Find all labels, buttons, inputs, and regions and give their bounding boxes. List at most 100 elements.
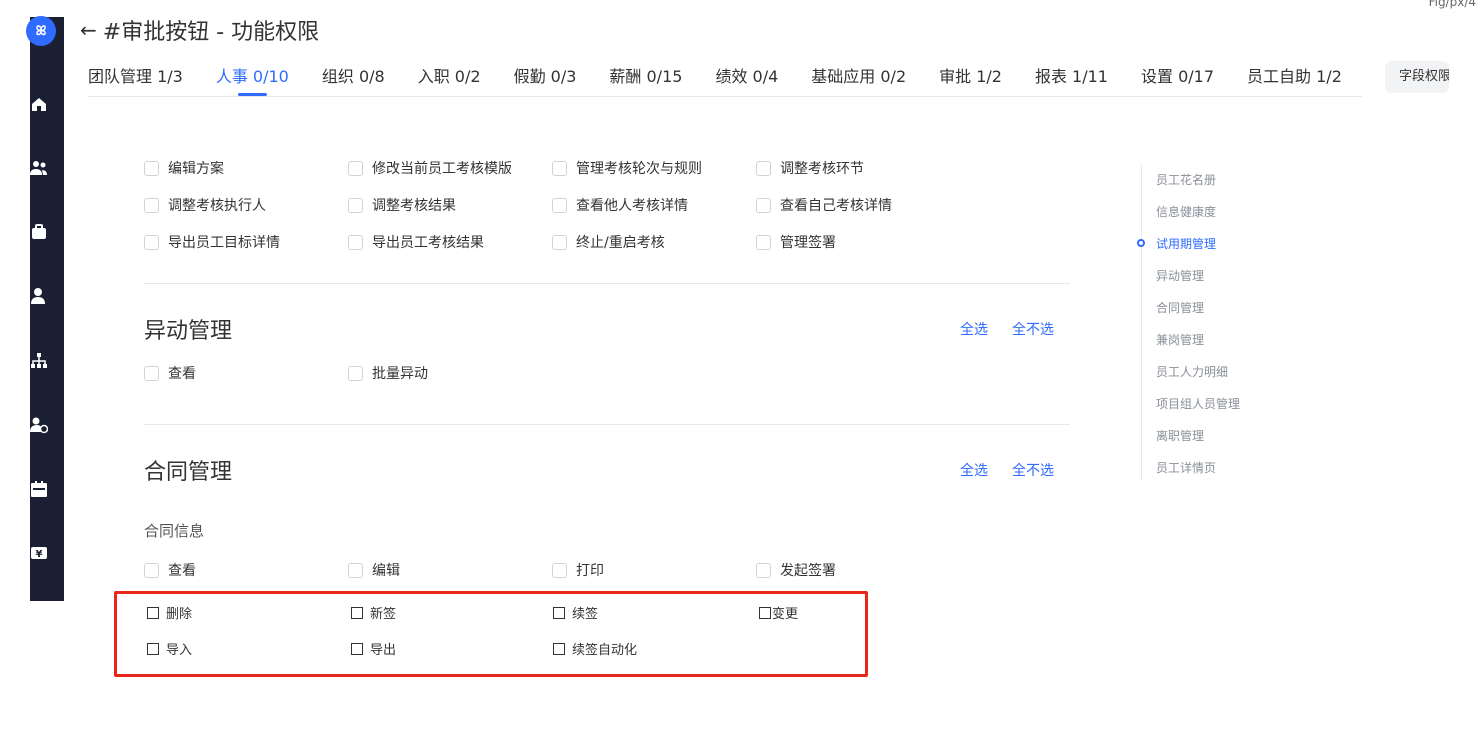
checkbox-export-goals[interactable]: 导出员工目标详情	[144, 232, 280, 252]
anchor-probation[interactable]: 试用期管理	[1156, 235, 1216, 252]
checkbox-view-own[interactable]: 查看自己考核详情	[756, 195, 892, 215]
checkbox-box[interactable]	[348, 365, 363, 381]
checkbox-label: 导入	[166, 643, 193, 658]
checkbox-contract-renew[interactable]: 续签	[553, 603, 598, 622]
tab-basic-apps[interactable]: 基础应用 0/2	[811, 62, 906, 96]
checkbox-label: 导出员工目标详情	[168, 235, 280, 251]
calendar-icon[interactable]	[30, 480, 48, 498]
checkbox-export-results[interactable]: 导出员工考核结果	[348, 232, 484, 252]
checkbox-box[interactable]	[552, 197, 567, 213]
home-icon[interactable]	[30, 95, 48, 113]
tab-payroll[interactable]: 薪酬 0/15	[609, 62, 682, 96]
checkbox-adjust-stages[interactable]: 调整考核环节	[756, 158, 864, 178]
checkbox-box[interactable]	[147, 642, 159, 655]
tab-team-management[interactable]: 团队管理 1/3	[88, 62, 183, 96]
checkbox-box[interactable]	[144, 562, 159, 578]
anchor-manpower-detail[interactable]: 员工人力明细	[1156, 363, 1228, 380]
tab-employee-self-service[interactable]: 员工自助 1/2	[1247, 62, 1342, 96]
anchor-info-health[interactable]: 信息健康度	[1156, 203, 1216, 220]
checkbox-change-view[interactable]: 查看	[144, 363, 196, 383]
checkbox-view-others[interactable]: 查看他人考核详情	[552, 195, 688, 215]
briefcase-icon[interactable]	[30, 223, 48, 241]
app-logo[interactable]: ꕤ	[26, 16, 56, 46]
checkbox-manage-signing[interactable]: 管理签署	[756, 232, 836, 252]
section-title-change-management: 异动管理	[144, 319, 233, 344]
checkbox-initiate-signing[interactable]: 发起签署	[756, 560, 836, 580]
checkbox-box[interactable]	[144, 234, 159, 250]
checkbox-box[interactable]	[144, 365, 159, 381]
tab-approval[interactable]: 审批 1/2	[939, 62, 1002, 96]
checkbox-box[interactable]	[147, 606, 159, 619]
checkbox-batch-change[interactable]: 批量异动	[348, 363, 428, 383]
checkbox-label: 编辑	[372, 563, 400, 579]
person-icon[interactable]	[30, 287, 48, 305]
checkbox-contract-new[interactable]: 新签	[351, 603, 396, 622]
anchor-concurrent-post[interactable]: 兼岗管理	[1156, 331, 1204, 348]
tab-reports[interactable]: 报表 1/11	[1035, 62, 1108, 96]
deselect-all-link[interactable]: 全不选	[1012, 319, 1054, 339]
checkbox-contract-edit[interactable]: 编辑	[348, 560, 400, 580]
anchor-change-management[interactable]: 异动管理	[1156, 267, 1204, 284]
checkbox-box[interactable]	[759, 606, 771, 619]
subsection-contract-info: 合同信息	[144, 522, 205, 540]
select-all-link[interactable]: 全选	[960, 319, 988, 339]
checkbox-label: 编辑方案	[168, 161, 224, 177]
checkbox-box[interactable]	[756, 562, 771, 578]
checkbox-box[interactable]	[144, 160, 159, 176]
checkbox-box[interactable]	[552, 160, 567, 176]
checkbox-renew-automation[interactable]: 续签自动化	[553, 639, 637, 658]
field-permission-button[interactable]: 字段权限	[1385, 61, 1449, 93]
anchor-project-group[interactable]: 项目组人员管理	[1156, 395, 1240, 412]
tab-performance[interactable]: 绩效 0/4	[715, 62, 778, 96]
checkbox-edit-plan[interactable]: 编辑方案	[144, 158, 224, 178]
checkbox-contract-print[interactable]: 打印	[552, 560, 604, 580]
person-add-icon[interactable]	[30, 416, 48, 434]
checkbox-manage-rounds[interactable]: 管理考核轮次与规则	[552, 158, 702, 178]
checkbox-box[interactable]	[348, 562, 363, 578]
checkbox-box[interactable]	[351, 642, 363, 655]
tab-organization[interactable]: 组织 0/8	[322, 62, 385, 96]
checkbox-box[interactable]	[552, 234, 567, 250]
anchor-employee-detail[interactable]: 员工详情页	[1156, 459, 1216, 476]
checkbox-adjust-executor[interactable]: 调整考核执行人	[144, 195, 266, 215]
tab-onboarding[interactable]: 入职 0/2	[418, 62, 481, 96]
select-all-link[interactable]: 全选	[960, 460, 988, 480]
checkbox-modify-template[interactable]: 修改当前员工考核模版	[348, 158, 512, 178]
checkbox-label: 删除	[166, 607, 193, 622]
checkbox-contract-import[interactable]: 导入	[147, 639, 192, 658]
checkbox-box[interactable]	[553, 606, 565, 619]
checkbox-box[interactable]	[552, 562, 567, 578]
checkbox-contract-change[interactable]: 变更	[759, 603, 798, 622]
checkbox-box[interactable]	[348, 160, 363, 176]
checkbox-box[interactable]	[144, 197, 159, 213]
yen-icon[interactable]: ¥	[30, 544, 48, 562]
tab-settings[interactable]: 设置 0/17	[1141, 62, 1214, 96]
anchor-employee-roster[interactable]: 员工花名册	[1156, 171, 1216, 188]
checkbox-label: 管理考核轮次与规则	[576, 161, 702, 177]
checkbox-contract-view[interactable]: 查看	[144, 560, 196, 580]
checkbox-box[interactable]	[348, 234, 363, 250]
checkbox-box[interactable]	[756, 197, 771, 213]
checkbox-label: 发起签署	[780, 563, 836, 579]
checkbox-box[interactable]	[756, 234, 771, 250]
checkbox-box[interactable]	[756, 160, 771, 176]
checkbox-contract-delete[interactable]: 删除	[147, 603, 192, 622]
checkbox-contract-export[interactable]: 导出	[351, 639, 396, 658]
back-arrow-icon[interactable]: ←	[80, 20, 97, 40]
checkbox-label: 打印	[576, 563, 604, 579]
checkbox-label: 修改当前员工考核模版	[372, 161, 512, 177]
highlight-frame	[114, 591, 868, 677]
tab-personnel[interactable]: 人事 0/10	[216, 62, 289, 96]
anchor-contract-management[interactable]: 合同管理	[1156, 299, 1204, 316]
checkbox-box[interactable]	[553, 642, 565, 655]
deselect-all-link[interactable]: 全不选	[1012, 460, 1054, 480]
checkbox-box[interactable]	[351, 606, 363, 619]
org-chart-icon[interactable]	[30, 352, 48, 370]
checkbox-adjust-result[interactable]: 调整考核结果	[348, 195, 456, 215]
tab-leave-attendance[interactable]: 假勤 0/3	[514, 62, 577, 96]
checkbox-box[interactable]	[348, 197, 363, 213]
team-icon[interactable]	[30, 159, 48, 177]
checkbox-label: 查看自己考核详情	[780, 198, 892, 214]
checkbox-stop-restart[interactable]: 终止/重启考核	[552, 232, 665, 252]
anchor-resignation[interactable]: 离职管理	[1156, 427, 1204, 444]
